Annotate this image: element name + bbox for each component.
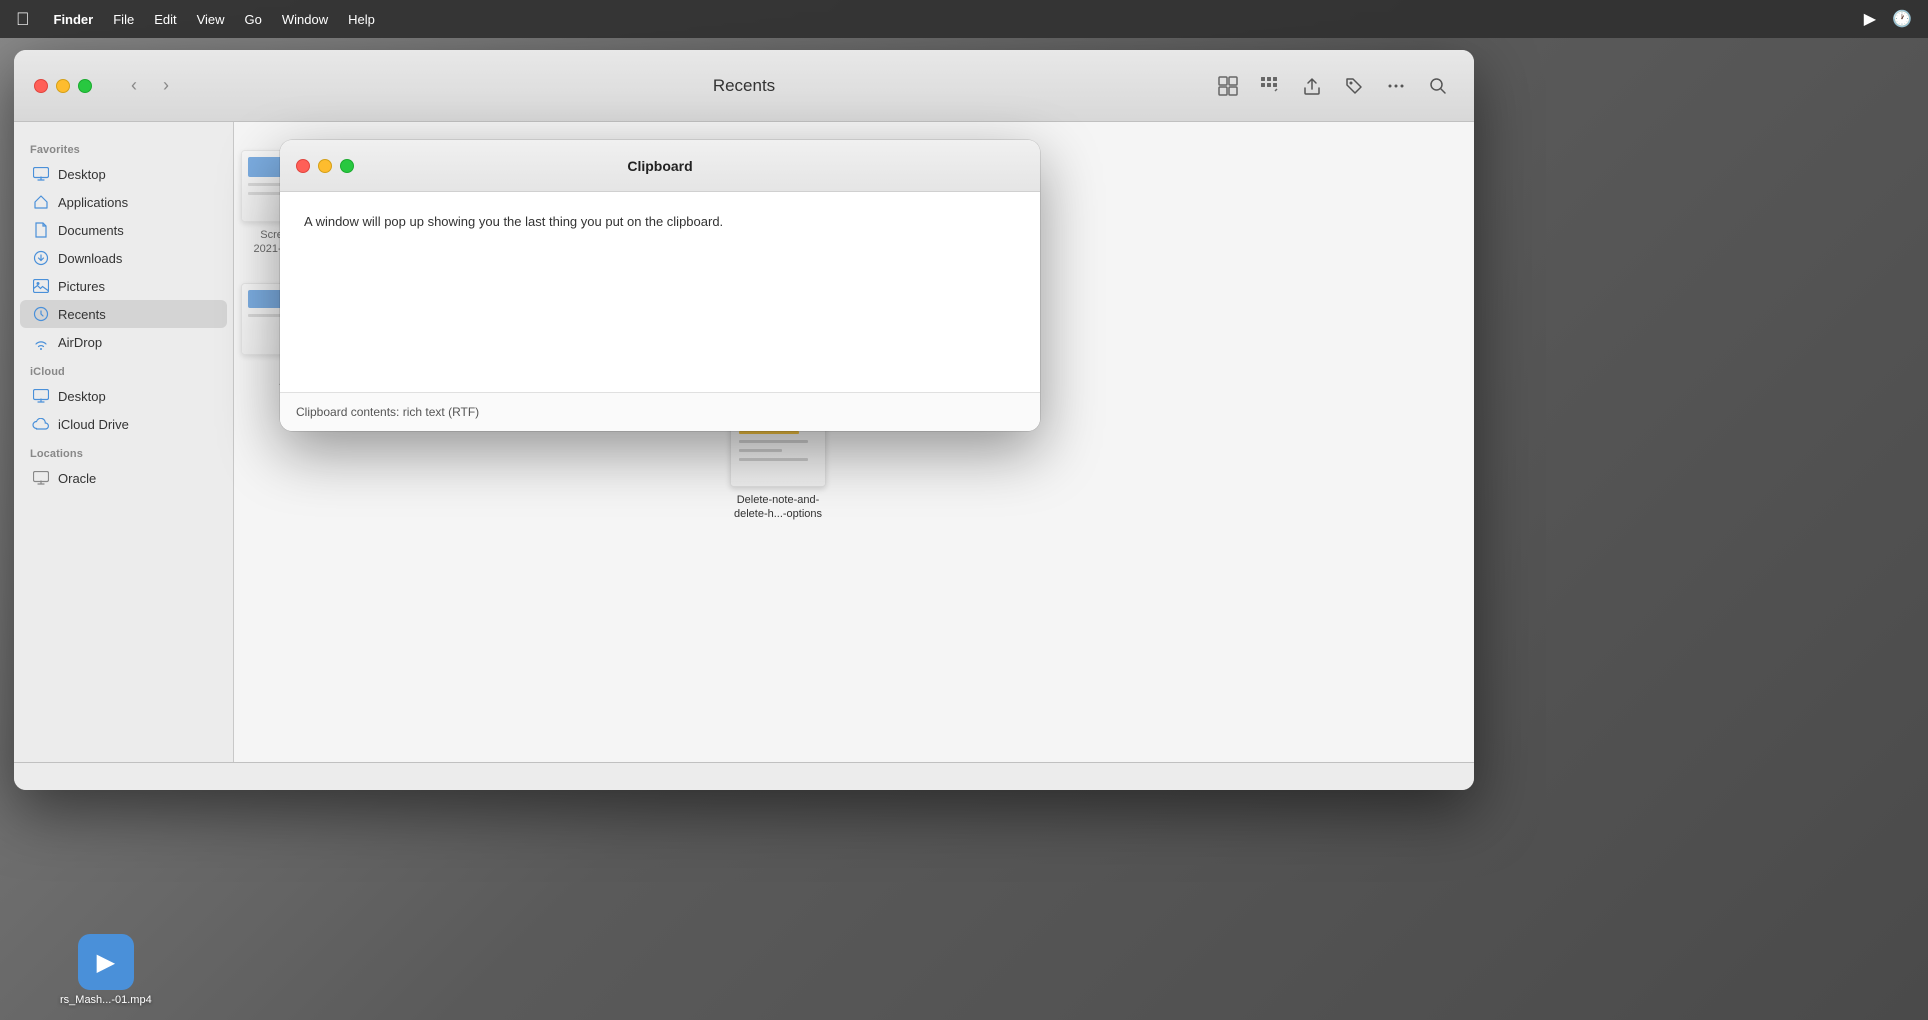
forward-button[interactable]: › (152, 72, 180, 100)
sidebar-item-icloud-drive[interactable]: iCloud Drive (20, 410, 227, 438)
minimize-button[interactable] (56, 79, 70, 93)
airdrop-icon (32, 333, 50, 351)
sidebar-item-desktop[interactable]: Desktop (20, 160, 227, 188)
menubar-go[interactable]: Go (235, 8, 272, 31)
menubar:  Finder File Edit View Go Window Help ▶… (0, 0, 1928, 38)
sidebar-oracle-label: Oracle (58, 471, 96, 486)
sidebar-item-airdrop[interactable]: AirDrop (20, 328, 227, 356)
share-button[interactable] (1296, 70, 1328, 102)
dialog-body: A window will pop up showing you the las… (280, 192, 1040, 392)
sidebar-item-icloud-desktop[interactable]: Desktop (20, 382, 227, 410)
sidebar-pictures-label: Pictures (58, 279, 105, 294)
more-options-button[interactable] (1380, 70, 1412, 102)
clipboard-dialog: Clipboard A window will pop up showing y… (280, 140, 1040, 431)
pictures-icon (32, 277, 50, 295)
icloud-drive-icon (32, 415, 50, 433)
search-button[interactable] (1422, 70, 1454, 102)
sidebar-documents-label: Documents (58, 223, 124, 238)
documents-icon (32, 221, 50, 239)
finder-toolbar: ‹ › Recents (14, 50, 1474, 122)
sidebar-item-applications[interactable]: Applications (20, 188, 227, 216)
dialog-maximize-button[interactable] (340, 159, 354, 173)
sidebar-icloud-desktop-label: Desktop (58, 389, 106, 404)
sidebar-locations-header: Locations (14, 438, 233, 464)
file-name: Delete-note-and-delete-h...-options (734, 493, 822, 522)
downloads-icon (32, 249, 50, 267)
clipboard-contents-label: Clipboard contents: rich text (RTF) (296, 405, 479, 419)
sidebar: Favorites Desktop Applications (14, 122, 234, 762)
close-button[interactable] (34, 79, 48, 93)
sidebar-applications-label: Applications (58, 195, 128, 210)
sidebar-icloud-header: iCloud (14, 356, 233, 382)
sidebar-recents-label: Recents (58, 307, 106, 322)
icon-view-button[interactable] (1212, 70, 1244, 102)
sidebar-icloud-drive-label: iCloud Drive (58, 417, 129, 432)
nav-buttons: ‹ › (120, 72, 180, 100)
dialog-traffic-lights (296, 159, 354, 173)
desktop-icon (32, 165, 50, 183)
traffic-lights (34, 79, 92, 93)
apple-menu-icon[interactable]:  (16, 9, 30, 30)
menubar-edit[interactable]: Edit (144, 8, 186, 31)
menubar-right-icons: ▶ 🕐 (1864, 9, 1912, 29)
toolbar-right (1212, 70, 1454, 102)
menubar-finder[interactable]: Finder (44, 8, 104, 31)
menubar-view[interactable]: View (187, 8, 235, 31)
dialog-titlebar: Clipboard (280, 140, 1040, 192)
dialog-close-button[interactable] (296, 159, 310, 173)
dialog-message: A window will pop up showing you the las… (304, 212, 1016, 232)
menubar-help[interactable]: Help (338, 8, 385, 31)
sidebar-downloads-label: Downloads (58, 251, 122, 266)
dialog-minimize-button[interactable] (318, 159, 332, 173)
taskbar-item[interactable]: ▶ rs_Mash...-01.mp4 (60, 934, 152, 1006)
back-button[interactable]: ‹ (120, 72, 148, 100)
recents-icon (32, 305, 50, 323)
sidebar-item-oracle[interactable]: Oracle (20, 464, 227, 492)
icloud-desktop-icon (32, 387, 50, 405)
clock-icon[interactable]: 🕐 (1892, 9, 1912, 29)
applications-icon (32, 193, 50, 211)
view-options-button[interactable] (1254, 70, 1286, 102)
dialog-title: Clipboard (627, 158, 692, 174)
taskbar-app-icon[interactable]: ▶ (78, 934, 134, 990)
toolbar-title: Recents (713, 76, 775, 96)
sidebar-item-downloads[interactable]: Downloads (20, 244, 227, 272)
sidebar-item-recents[interactable]: Recents (20, 300, 227, 328)
sidebar-item-pictures[interactable]: Pictures (20, 272, 227, 300)
taskbar-label: rs_Mash...-01.mp4 (60, 994, 152, 1006)
play-icon[interactable]: ▶ (1864, 9, 1876, 29)
tag-button[interactable] (1338, 70, 1370, 102)
computer-icon (32, 469, 50, 487)
menubar-window[interactable]: Window (272, 8, 338, 31)
sidebar-item-documents[interactable]: Documents (20, 216, 227, 244)
maximize-button[interactable] (78, 79, 92, 93)
menubar-file[interactable]: File (103, 8, 144, 31)
sidebar-airdrop-label: AirDrop (58, 335, 102, 350)
dialog-footer: Clipboard contents: rich text (RTF) (280, 392, 1040, 431)
sidebar-favorites-header: Favorites (14, 134, 233, 160)
status-bar (14, 762, 1474, 790)
sidebar-desktop-label: Desktop (58, 167, 106, 182)
